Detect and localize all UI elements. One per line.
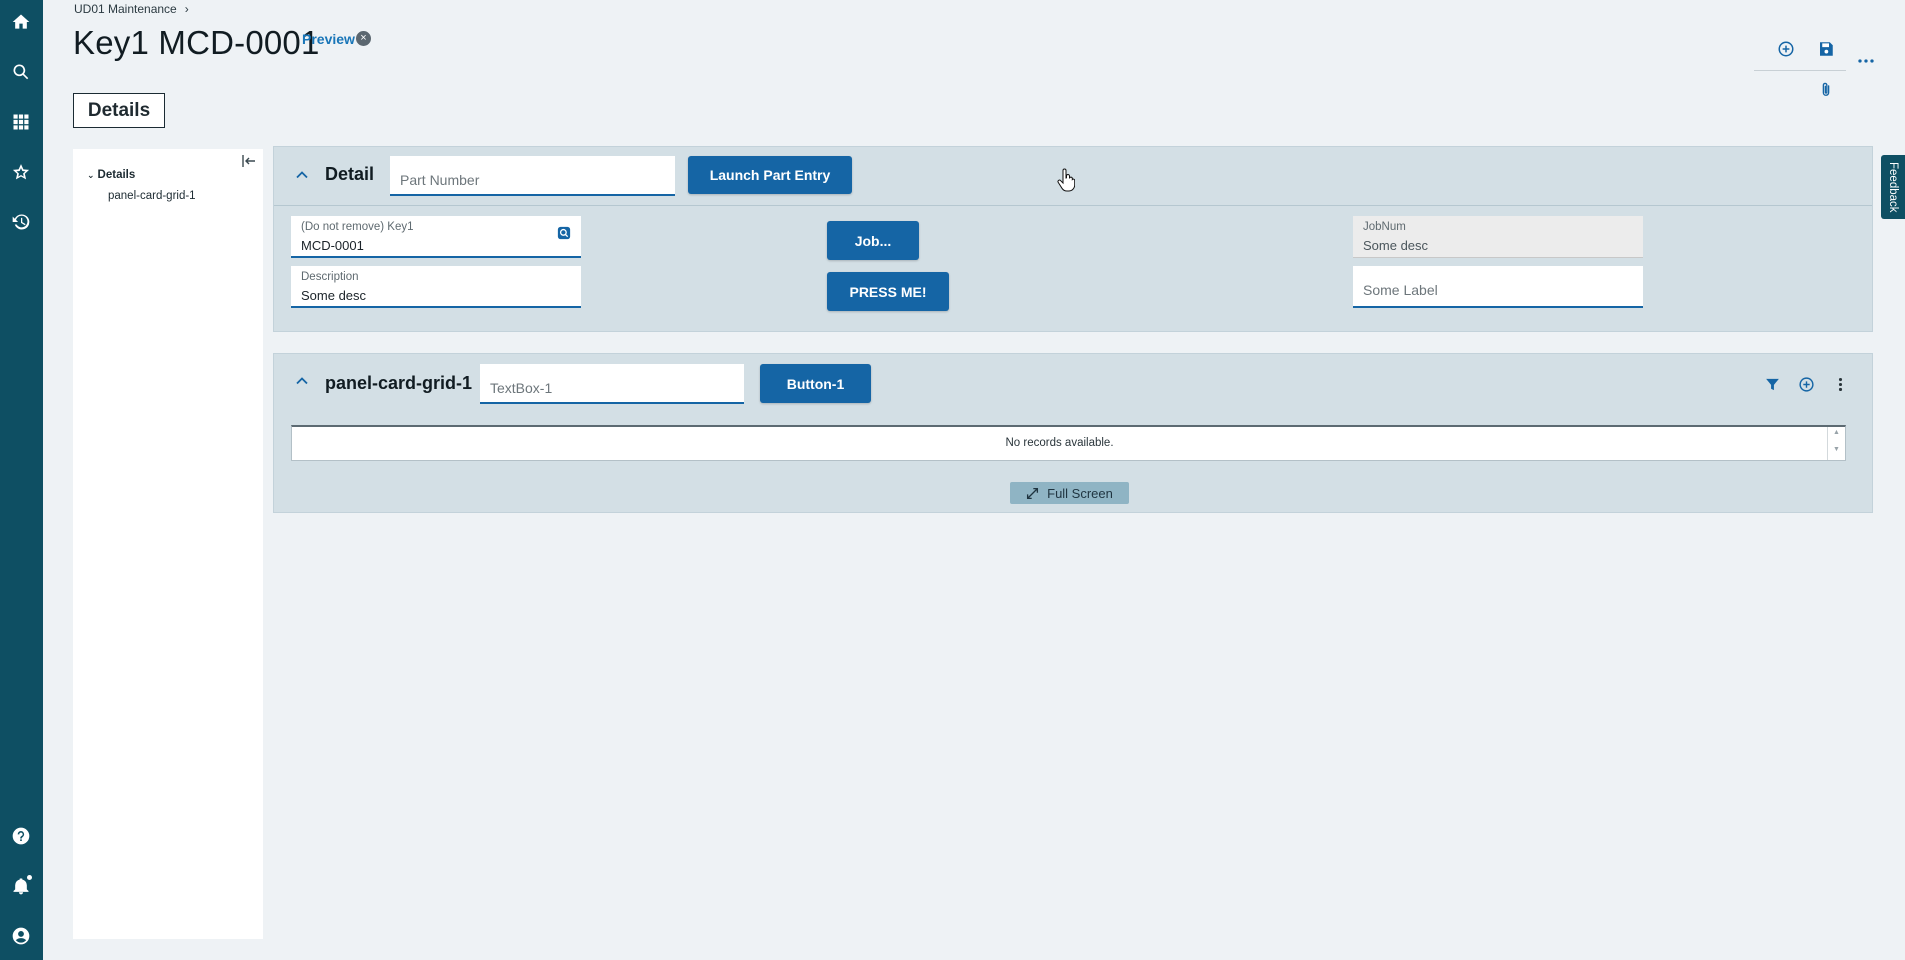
press-me-button[interactable]: PRESS ME! <box>827 272 949 311</box>
key1-label: (Do not remove) Key1 <box>301 221 414 233</box>
bell-icon[interactable] <box>7 872 35 900</box>
jobnum-label: JobNum <box>1363 221 1406 233</box>
star-icon[interactable] <box>7 158 35 186</box>
tree-panel: ⌄ Details panel-card-grid-1 <box>73 149 263 939</box>
feedback-tab[interactable]: Feedback <box>1881 155 1905 219</box>
help-icon[interactable] <box>7 822 35 850</box>
scroll-up-icon[interactable]: ▲ <box>1833 429 1840 436</box>
key1-value: MCD-0001 <box>301 238 364 253</box>
preview-link[interactable]: Preview <box>302 31 355 47</box>
home-icon[interactable] <box>7 8 35 36</box>
filter-icon <box>1765 378 1779 390</box>
jobnum-field: JobNum Some desc <box>1353 216 1643 258</box>
chevron-up-icon[interactable] <box>294 167 310 183</box>
some-label-input[interactable] <box>1353 266 1643 308</box>
tree-item-details-label: Details <box>97 169 136 181</box>
expand-icon <box>1027 487 1039 499</box>
tree-item-details[interactable]: ⌄ Details <box>87 169 135 181</box>
data-grid[interactable]: No records available. ▲ ▼ <box>291 425 1846 461</box>
grid-add-button[interactable] <box>1795 373 1817 395</box>
page-title: Key1 MCD-0001 <box>73 24 320 61</box>
grid-card-title: panel-card-grid-1 <box>325 373 473 393</box>
jobnum-value: Some desc <box>1363 238 1429 253</box>
attachment-button[interactable] <box>1813 77 1839 103</box>
plus-circle-icon <box>1778 41 1794 57</box>
collapse-panel-icon[interactable] <box>241 153 257 169</box>
user-icon[interactable] <box>7 922 35 950</box>
preview-close-icon[interactable]: × <box>356 31 371 46</box>
breadcrumb: UD01 Maintenance › <box>74 2 189 16</box>
filter-button[interactable] <box>1761 373 1783 395</box>
breadcrumb-parent-link[interactable]: UD01 Maintenance <box>74 2 177 16</box>
chevron-up-icon[interactable] <box>294 373 310 389</box>
description-value: Some desc <box>301 288 367 303</box>
part-number-input[interactable] <box>390 156 675 196</box>
tab-details[interactable]: Details <box>73 93 165 128</box>
nav-rail <box>0 0 43 960</box>
paperclip-icon <box>1822 82 1830 96</box>
search-icon[interactable] <box>7 58 35 86</box>
full-screen-button[interactable]: Full Screen <box>1010 482 1129 504</box>
job-button[interactable]: Job... <box>827 221 919 260</box>
tree-toggle-icon[interactable]: ⌄ <box>87 170 95 180</box>
vertical-ellipsis-icon <box>1838 377 1842 391</box>
scroll-down-icon[interactable]: ▼ <box>1833 446 1840 453</box>
grid-card: panel-card-grid-1 Button-1 No records av… <box>273 353 1873 513</box>
history-icon[interactable] <box>7 208 35 236</box>
grid-empty-message: No records available. <box>1005 437 1114 449</box>
more-options-button[interactable] <box>1853 53 1879 69</box>
add-new-button[interactable] <box>1773 36 1799 62</box>
apps-icon[interactable] <box>7 108 35 136</box>
save-button[interactable] <box>1813 36 1839 62</box>
key1-field[interactable]: (Do not remove) Key1 MCD-0001 <box>291 216 581 258</box>
button-1[interactable]: Button-1 <box>760 364 871 403</box>
textbox-1-input[interactable] <box>480 364 744 404</box>
notification-dot <box>27 875 32 880</box>
detail-card-divider <box>274 205 1872 206</box>
detail-card-title: Detail <box>325 164 375 184</box>
hand-cursor-icon <box>1057 168 1075 192</box>
grid-more-button[interactable] <box>1829 373 1851 395</box>
ellipsis-icon <box>1858 59 1874 63</box>
description-field[interactable]: Description Some desc <box>291 266 581 308</box>
plus-circle-icon <box>1798 376 1814 392</box>
lookup-search-icon[interactable] <box>557 226 571 240</box>
breadcrumb-separator: › <box>184 2 189 16</box>
launch-part-entry-button[interactable]: Launch Part Entry <box>688 156 852 194</box>
full-screen-label: Full Screen <box>1047 485 1113 501</box>
toolbar-divider <box>1754 70 1846 71</box>
grid-scrollbar[interactable]: ▲ ▼ <box>1827 427 1845 460</box>
tree-item-panel-card-grid-1[interactable]: panel-card-grid-1 <box>108 190 196 202</box>
description-label: Description <box>301 271 359 283</box>
save-icon <box>1820 42 1833 56</box>
